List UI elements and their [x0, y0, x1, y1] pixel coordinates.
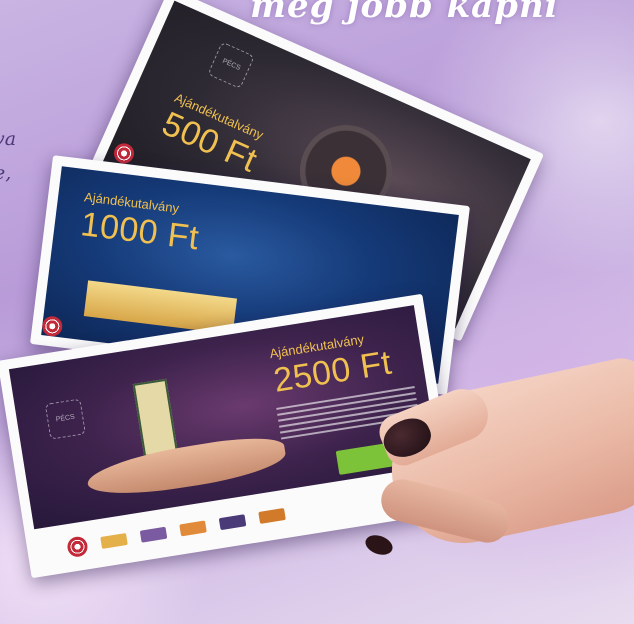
hand-holding-vouchers — [350, 353, 634, 580]
partner-logo — [218, 514, 247, 531]
partner-logo — [100, 533, 128, 549]
zsolnay-logo — [41, 315, 64, 338]
voucher-amount: 1000 Ft — [78, 205, 202, 258]
tower-figure — [132, 378, 178, 458]
partner-logo — [258, 507, 286, 524]
pecs-frame-logo: PÉCS — [207, 41, 255, 90]
finger-nail — [362, 531, 396, 559]
side-text-line: e, — [0, 162, 12, 184]
partner-logo — [139, 526, 168, 543]
zsolnay-logo — [66, 535, 89, 559]
headline-text: még jobb kapni — [250, 0, 559, 26]
partner-logo — [179, 520, 207, 537]
pecs-frame-logo: PÉCS — [44, 398, 86, 440]
side-text-line: - — [0, 88, 16, 122]
side-text-line: va — [0, 128, 17, 150]
palm-illustration — [84, 431, 289, 503]
side-text-fragment: - va e, — [0, 88, 16, 190]
